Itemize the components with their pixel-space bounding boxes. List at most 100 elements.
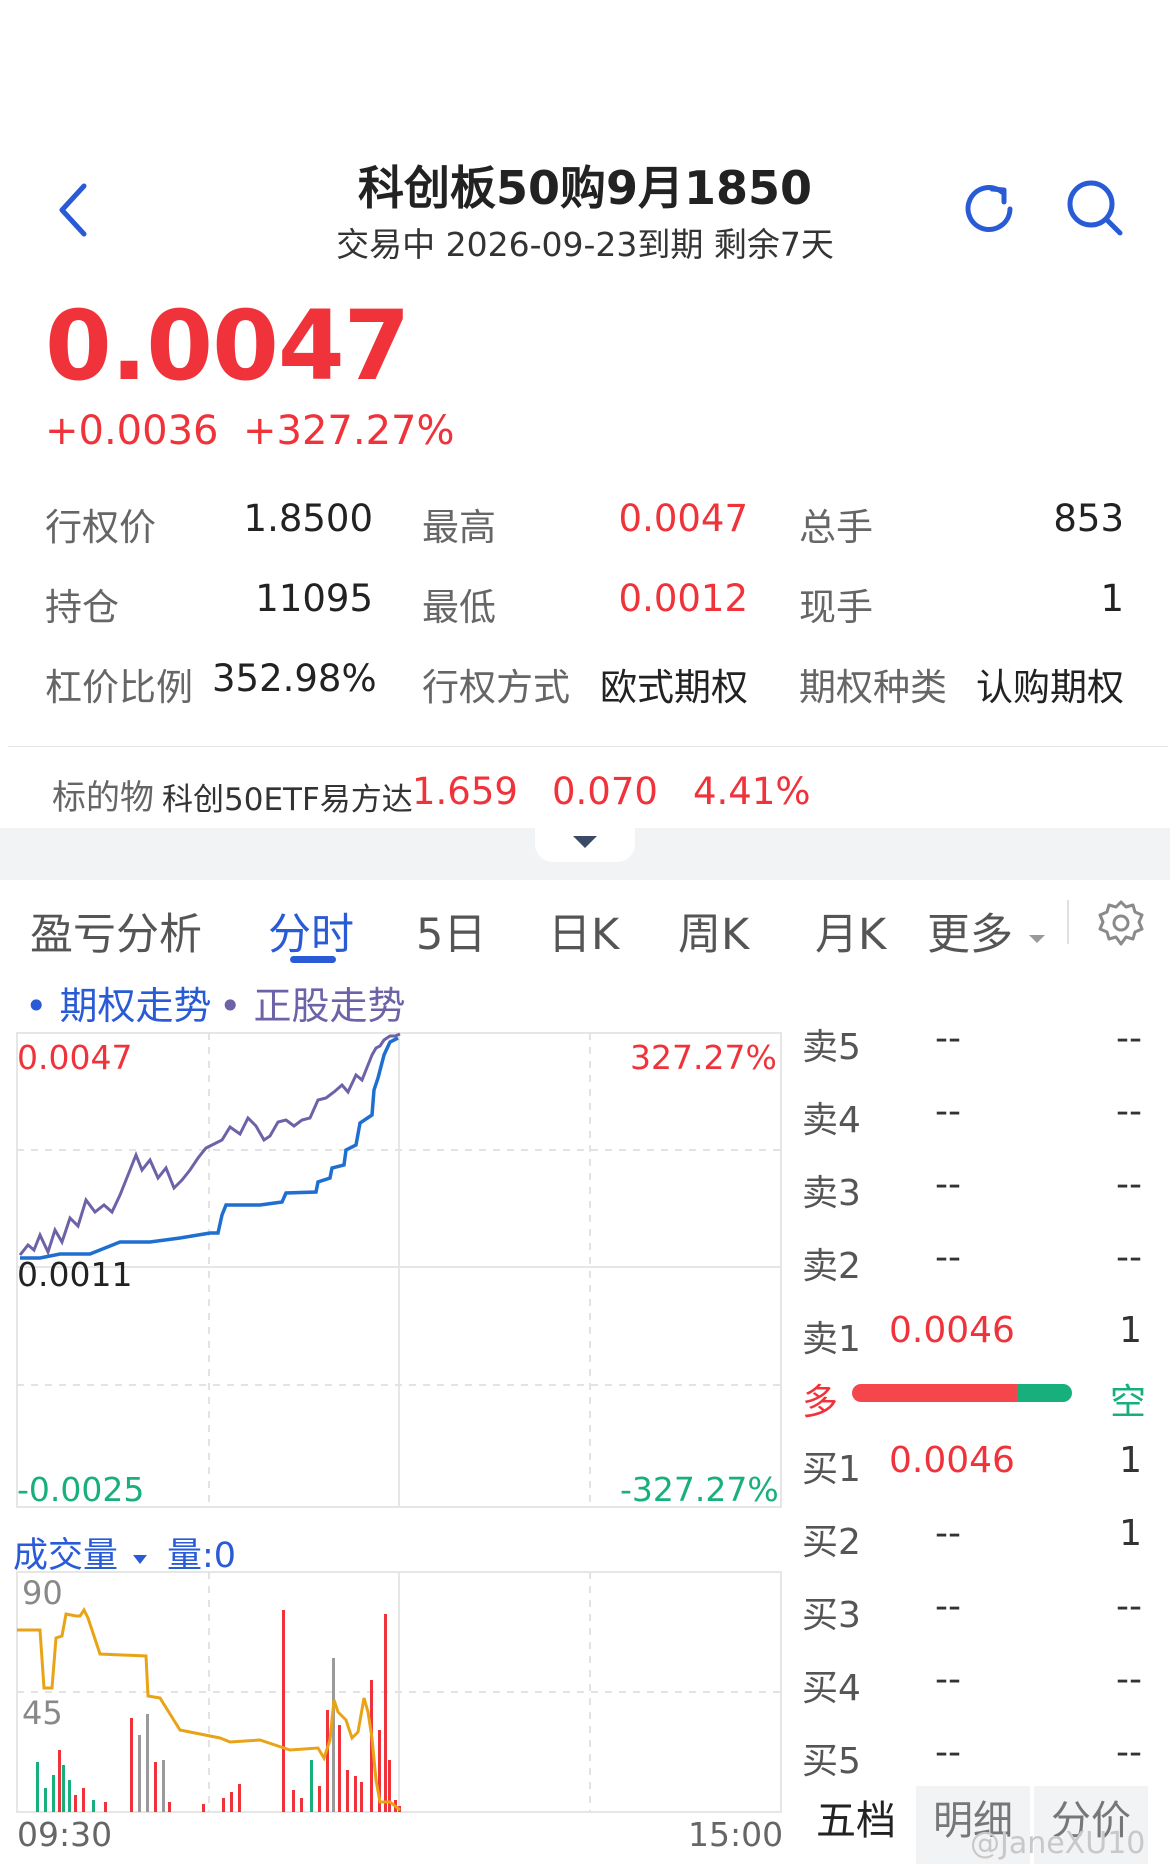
tab-5day[interactable]: 5日	[416, 900, 486, 962]
bid-2-label: 买2	[802, 1522, 861, 1563]
bid-5-price: --	[935, 1732, 961, 1773]
volume-bar	[68, 1780, 71, 1812]
low-value: 0.0012	[618, 577, 748, 620]
underlying-label: 标的物	[52, 778, 154, 818]
volume-value: 853	[1053, 497, 1124, 540]
bull-ratio-bar	[852, 1384, 1017, 1402]
legend-option-label: 期权走势	[59, 984, 212, 1028]
legend-stock-label: 正股走势	[253, 984, 406, 1028]
volume-bar	[74, 1795, 77, 1812]
volume-chart[interactable]	[0, 1570, 790, 1815]
tab-daily-k[interactable]: 日K	[548, 900, 619, 962]
volume-bar	[300, 1798, 303, 1812]
volume-bar	[318, 1786, 321, 1812]
underlying-name[interactable]: 科创50ETF易方达	[162, 774, 413, 819]
volume-bar	[332, 1658, 335, 1812]
refresh-icon[interactable]	[958, 178, 1020, 240]
y-axis-base: 0.0011	[17, 1255, 133, 1294]
ask-4-label: 卖4	[802, 1100, 861, 1141]
time-end: 15:00	[688, 1815, 784, 1854]
leverage-label: 杠价比例	[45, 666, 193, 709]
option-type-label: 期权种类	[799, 666, 947, 709]
volume-bar	[58, 1750, 61, 1812]
tab-intraday[interactable]: 分时	[268, 900, 354, 962]
volume-bar	[202, 1804, 205, 1812]
chevron-down-icon	[573, 836, 597, 848]
ask-1-label: 卖1	[802, 1319, 861, 1360]
tab-monthly-k[interactable]: 月K	[815, 900, 886, 962]
y-axis-min-pct: -327.27%	[620, 1470, 779, 1509]
volume-bar	[52, 1775, 55, 1812]
high-value: 0.0047	[618, 497, 748, 540]
volume-bar	[92, 1800, 95, 1812]
volume-bar	[146, 1714, 149, 1812]
price-change: +0.0036	[45, 408, 219, 454]
ask-4-price: --	[935, 1091, 961, 1132]
ask-1-qty: 1	[1119, 1310, 1142, 1351]
ask-3-qty: --	[1116, 1164, 1142, 1205]
volume-bar	[36, 1762, 39, 1812]
ask-3-price: --	[935, 1164, 961, 1205]
bid-5-qty: --	[1116, 1732, 1142, 1773]
volume-bar	[346, 1770, 349, 1812]
volume-bar	[326, 1710, 329, 1812]
exercise-style-label: 行权方式	[422, 666, 570, 709]
bid-3-label: 买3	[802, 1595, 861, 1636]
tab-weekly-k[interactable]: 周K	[678, 900, 749, 962]
caret-down-icon	[1028, 934, 1045, 943]
volume-tick-high: 90	[22, 1574, 63, 1612]
ask-2-price: --	[935, 1237, 961, 1278]
average-price-line	[17, 1607, 401, 1812]
bid-4-price: --	[935, 1659, 961, 1700]
volume-bar	[292, 1790, 295, 1812]
high-label: 最高	[422, 506, 496, 549]
tab-more-label: 更多	[927, 910, 1013, 960]
y-axis-min: -0.0025	[17, 1470, 145, 1509]
volume-bar	[238, 1784, 241, 1812]
settings-gear-icon[interactable]	[1096, 898, 1146, 948]
tab-more[interactable]: 更多	[927, 900, 1047, 962]
ask-5-price: --	[935, 1018, 961, 1059]
bid-3-qty: --	[1116, 1586, 1142, 1627]
tab-divider	[1067, 900, 1069, 944]
tab-pl-analysis[interactable]: 盈亏分析	[30, 900, 202, 962]
ask-5-qty: --	[1116, 1018, 1142, 1059]
last-price: 0.0047	[45, 290, 410, 402]
divider	[8, 746, 1168, 747]
ask-1-price: 0.0046	[889, 1310, 1015, 1351]
current-lot-value: 1	[1100, 577, 1124, 620]
bid-4-label: 买4	[802, 1668, 861, 1709]
bull-label: 多	[802, 1382, 839, 1423]
volume-bar	[104, 1802, 107, 1812]
volume-bar	[162, 1760, 165, 1812]
legend-stock-trend[interactable]: • 正股走势	[219, 975, 406, 1030]
bid-4-qty: --	[1116, 1659, 1142, 1700]
tab-five-levels[interactable]: 五档	[800, 1786, 912, 1864]
price-change-pct: +327.27%	[243, 408, 455, 454]
volume-bar	[62, 1765, 65, 1812]
volume-label: 总手	[799, 506, 873, 549]
underlying-price: 1.659	[412, 770, 518, 813]
volume-bar	[138, 1735, 141, 1812]
bid-1-price: 0.0046	[889, 1440, 1015, 1481]
volume-tick-mid: 45	[22, 1694, 63, 1732]
volume-bar	[338, 1725, 341, 1812]
legend-option-trend[interactable]: • 期权走势	[25, 975, 212, 1030]
volume-bar	[44, 1788, 47, 1812]
volume-bar	[310, 1760, 313, 1812]
ask-3-label: 卖3	[802, 1173, 861, 1214]
bid-2-price: --	[935, 1513, 961, 1554]
volume-bar	[168, 1802, 171, 1812]
y-axis-max: 0.0047	[17, 1038, 133, 1077]
ask-2-qty: --	[1116, 1237, 1142, 1278]
collapse-toggle[interactable]	[535, 826, 635, 862]
bid-1-qty: 1	[1119, 1440, 1142, 1481]
active-tab-indicator	[290, 956, 336, 963]
legend-dot: •	[219, 984, 242, 1028]
leverage-value: 352.98%	[212, 657, 377, 700]
strike-value: 1.8500	[243, 497, 373, 540]
bear-label: 空	[1110, 1382, 1147, 1423]
volume-bar	[282, 1610, 285, 1812]
volume-bar	[222, 1798, 225, 1812]
search-icon[interactable]	[1063, 176, 1127, 240]
